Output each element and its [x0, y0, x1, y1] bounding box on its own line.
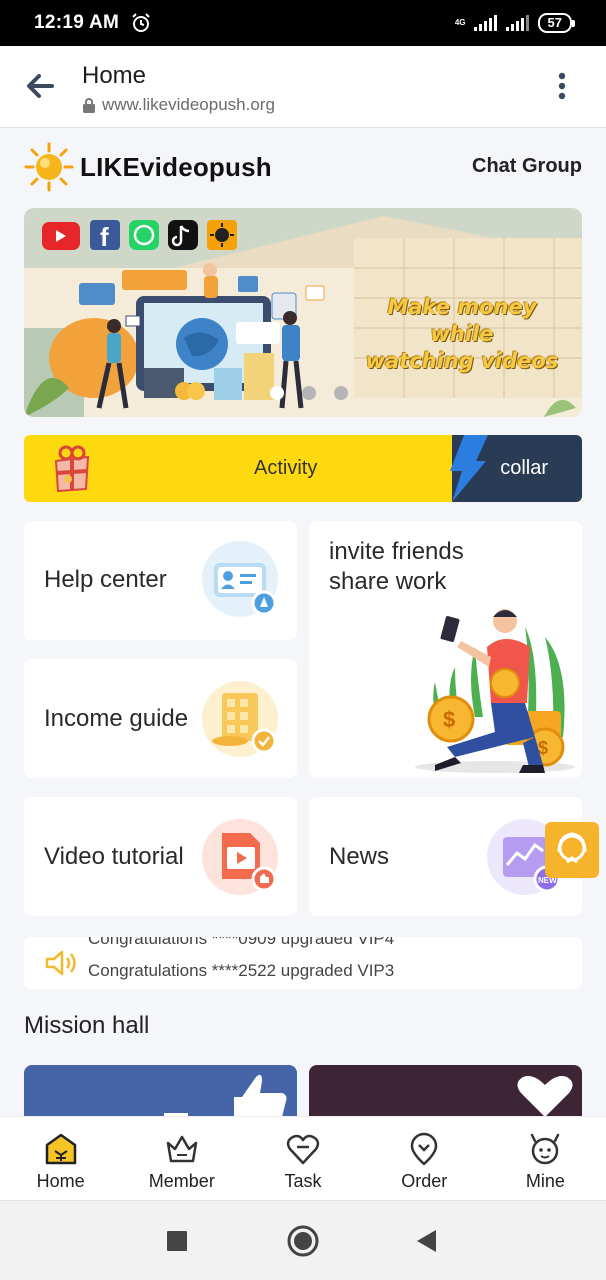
signal-icon	[473, 15, 497, 31]
battery-level: 57	[537, 13, 576, 33]
url-text: www.likevideopush.org	[102, 95, 275, 114]
network-type: 4G	[454, 18, 466, 27]
mission-card-likes[interactable]	[309, 1065, 582, 1117]
announcement-marquee: Congratulations ****0909 upgraded VIP4 C…	[24, 937, 582, 989]
carousel-dot[interactable]	[270, 386, 284, 400]
video-tutorial-card[interactable]: Video tutorial	[24, 797, 297, 916]
banner-headline-line3: watching videos	[365, 349, 559, 373]
chat-group-link[interactable]: Chat Group	[472, 155, 582, 178]
help-center-icon	[202, 541, 278, 617]
share-work-label: share work	[329, 568, 447, 595]
mission-hall-title: Mission hall	[24, 1012, 150, 1039]
crown-icon	[166, 1135, 198, 1163]
banner-headline: Make money while watching videos	[356, 294, 568, 375]
social-icons-row: f	[42, 220, 237, 252]
news-label: News	[329, 843, 390, 870]
svg-text:$: $	[443, 707, 455, 732]
promo-banner[interactable]: f Make money while watching videos	[24, 208, 582, 417]
help-center-card[interactable]: Help center	[24, 521, 297, 640]
invite-illustration: $ $	[415, 609, 575, 773]
gift-icon	[54, 445, 90, 493]
home-circle-icon[interactable]	[286, 1223, 320, 1259]
recents-square-icon[interactable]	[165, 1223, 189, 1259]
back-arrow-icon[interactable]	[22, 68, 58, 104]
home-icon	[45, 1133, 76, 1165]
back-triangle-icon[interactable]	[414, 1223, 438, 1259]
activity-bar[interactable]: Activity collar	[24, 435, 582, 502]
url-display[interactable]: www.likevideopush.org	[82, 95, 275, 115]
income-guide-card[interactable]: Income guide	[24, 659, 297, 778]
announcement-line: Congratulations ****0909 upgraded VIP4	[88, 937, 395, 948]
nav-order-label: Order	[401, 1171, 448, 1191]
carousel-dot[interactable]	[334, 386, 348, 400]
lock-icon	[83, 98, 95, 113]
income-guide-label: Income guide	[44, 705, 189, 732]
banner-headline-line2: while	[430, 322, 494, 346]
nav-home-label: Home	[36, 1171, 85, 1191]
invite-friends-card[interactable]: invite friends share work $ $	[309, 521, 582, 778]
status-time: 12:19 AM	[34, 12, 120, 33]
nav-mine-label: Mine	[525, 1171, 565, 1191]
nav-home[interactable]: Home	[0, 1117, 121, 1200]
nav-task[interactable]: Task	[242, 1117, 363, 1200]
bottom-navigation: Home Member Task Order Mine	[0, 1116, 606, 1200]
nav-order[interactable]: Order	[364, 1117, 485, 1200]
news-card[interactable]: News NEW	[309, 797, 582, 916]
mine-icon	[531, 1133, 560, 1165]
nav-member[interactable]: Member	[121, 1117, 242, 1200]
heart-task-icon	[286, 1134, 320, 1165]
nav-task-label: Task	[284, 1171, 322, 1191]
browser-toolbar: Home www.likevideopush.org	[0, 46, 606, 128]
thumbs-up-icon	[164, 1074, 287, 1117]
more-options-icon[interactable]	[548, 68, 576, 104]
video-tutorial-label: Video tutorial	[44, 843, 184, 870]
alarm-icon	[132, 13, 150, 32]
signal-icon-2	[505, 15, 529, 31]
nav-member-label: Member	[148, 1171, 215, 1191]
customer-service-button[interactable]	[545, 822, 599, 878]
banner-headline-line1: Make money	[387, 295, 537, 319]
invite-friends-label: invite friends	[329, 538, 464, 565]
activity-label: Activity	[254, 457, 318, 479]
carousel-dots	[270, 386, 348, 400]
speaker-icon	[45, 950, 76, 976]
mission-card-facebook[interactable]	[24, 1065, 297, 1117]
announcement-line: Congratulations ****2522 upgraded VIP3	[88, 961, 395, 980]
order-icon	[410, 1132, 438, 1166]
nav-mine[interactable]: Mine	[485, 1117, 606, 1200]
status-bar: 12:19 AM 4G 57	[0, 0, 606, 46]
collar-button[interactable]: collar	[500, 457, 548, 480]
lightning-icon	[450, 435, 488, 502]
income-guide-icon	[202, 681, 278, 757]
page-title: Home	[82, 62, 147, 89]
carousel-dot[interactable]	[302, 386, 316, 400]
sun-logo-icon	[24, 142, 74, 192]
brand-name: LIKEvideopush	[80, 151, 272, 182]
headset-icon	[557, 832, 587, 864]
help-center-label: Help center	[44, 566, 167, 593]
heart-icon	[517, 1076, 573, 1117]
svg-text:f: f	[100, 222, 109, 252]
brand-header: LIKEvideopush	[24, 142, 272, 192]
video-tutorial-icon	[202, 819, 278, 895]
system-navigation	[0, 1200, 606, 1280]
